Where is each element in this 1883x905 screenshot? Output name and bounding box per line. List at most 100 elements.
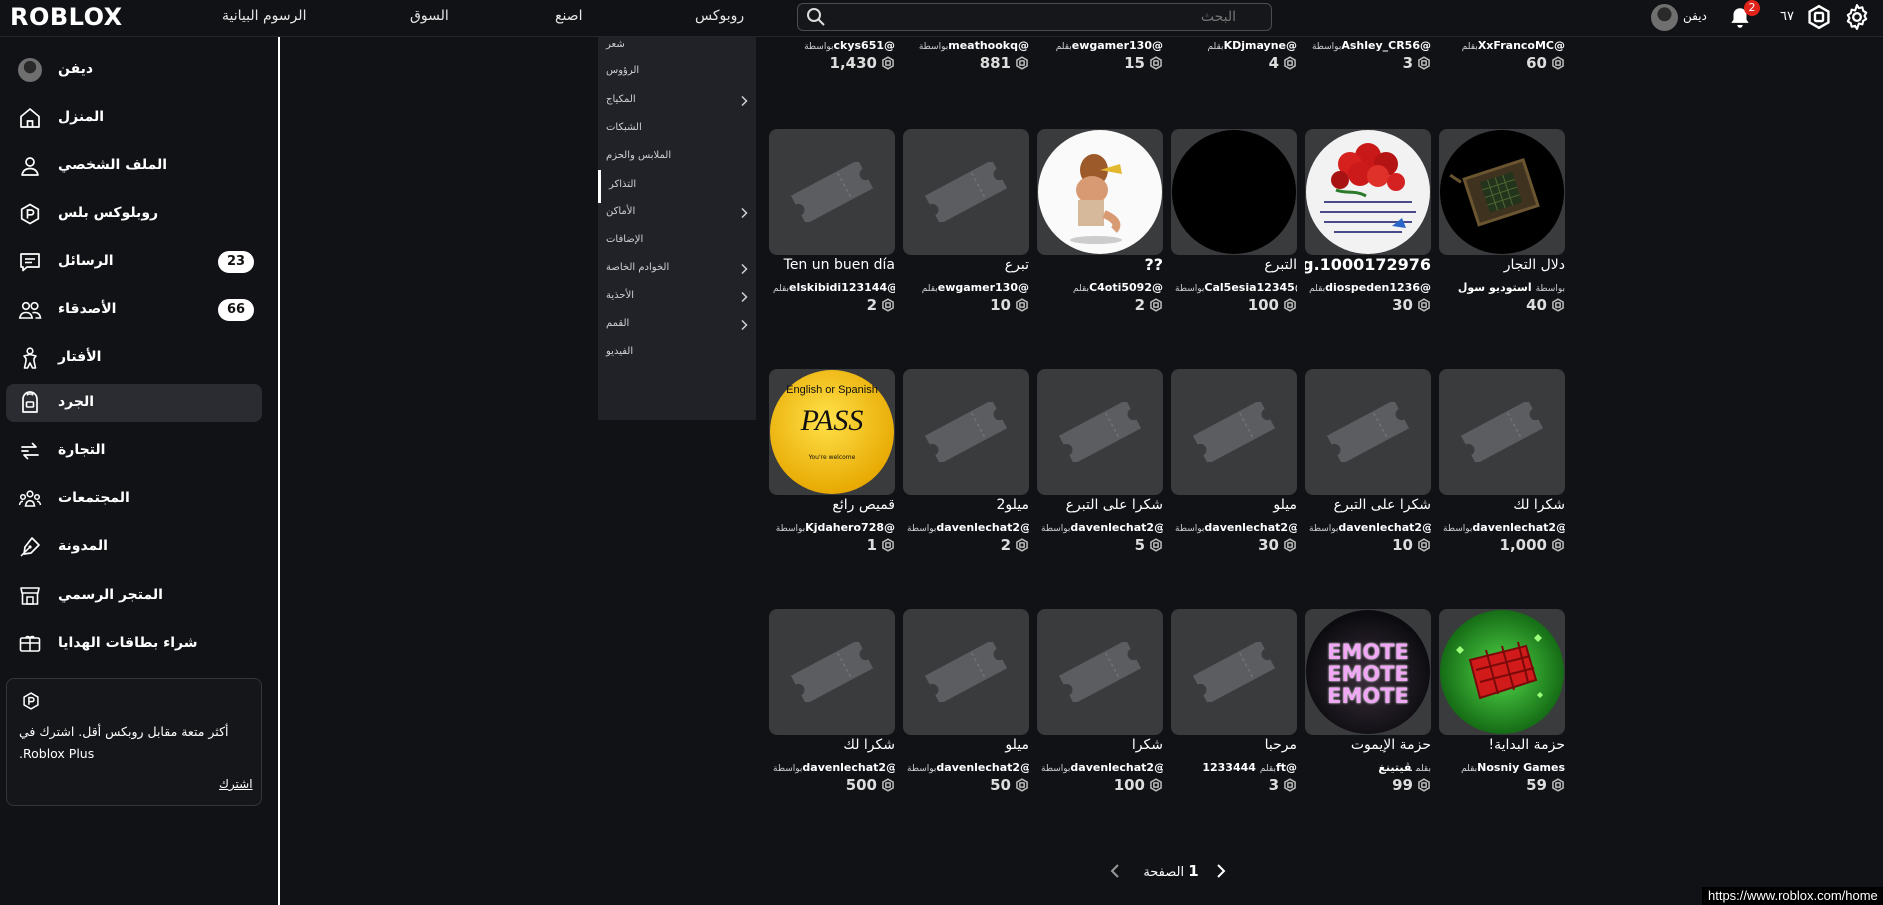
item-creator[interactable]: بقلمelskibidi123144@ xyxy=(769,281,895,294)
roblox-logo[interactable]: ROBLOX xyxy=(10,3,123,31)
search-box[interactable] xyxy=(797,3,1272,31)
price-value: 40 xyxy=(1526,296,1547,314)
item-thumbnail[interactable]: EMOTE EMOTE EMOTE xyxy=(1305,609,1431,735)
item-creator[interactable]: بواسطةdavenlechat2@ xyxy=(1439,521,1565,534)
ticket-icon xyxy=(1058,402,1142,462)
category-label: الرؤوس xyxy=(606,65,640,76)
item-thumbnail[interactable] xyxy=(1037,129,1163,255)
item-name[interactable]: شكرا على التبرع xyxy=(1305,497,1431,513)
sidebar-item-avatar[interactable]: الأفتار xyxy=(6,339,262,377)
item-creator[interactable]: بواسطةdavenlechat2@ xyxy=(903,761,1029,774)
item-thumbnail[interactable] xyxy=(1439,369,1565,495)
item-thumbnail[interactable]: English or Spanish PASS You're welcome xyxy=(769,369,895,495)
by-label: بواسطة xyxy=(775,524,806,534)
item-name[interactable]: Ten un buen día xyxy=(769,257,895,273)
emote-text: EMOTE xyxy=(1327,684,1409,708)
item-name[interactable]: شكرا لك xyxy=(769,737,895,753)
nav-robux[interactable]: روبوكس xyxy=(695,8,744,24)
item-thumbnail[interactable] xyxy=(769,129,895,255)
subscribe-link[interactable]: اشترك xyxy=(219,777,253,791)
item-creator[interactable]: بواسطةdavenlechat2@ xyxy=(1037,761,1163,774)
item-thumbnail[interactable] xyxy=(1305,129,1431,255)
item-name[interactable]: التبرع xyxy=(1171,257,1297,273)
by-label: بواسطة xyxy=(1443,524,1473,534)
item-creator[interactable]: بواسطةdavenlechat2@ xyxy=(1171,521,1297,534)
sidebar-item-trade[interactable]: التجارة xyxy=(6,432,262,470)
creator-name: 1233444ft@ xyxy=(1202,761,1297,774)
item-creator[interactable]: بقلمKDjmayne@ xyxy=(1171,39,1297,52)
sidebar-item-official-store[interactable]: المتجر الرسمي xyxy=(6,577,262,615)
sidebar-item-user[interactable]: ديفن xyxy=(6,51,262,89)
item-thumbnail[interactable] xyxy=(769,609,895,735)
item-thumbnail[interactable] xyxy=(1037,609,1163,735)
ticket-icon xyxy=(924,642,1008,702)
item-creator[interactable]: بواسطةCal5esia12345@ xyxy=(1171,281,1297,294)
emote-text: EMOTE xyxy=(1327,640,1409,664)
item-creator[interactable]: بواسطةdavenlechat2@ xyxy=(903,521,1029,534)
item-creator[interactable]: بواسطةاستوديو سول xyxy=(1439,281,1565,294)
sidebar-item-premium[interactable]: روبلوكس بلس xyxy=(6,195,262,233)
item-name[interactable]: شكرا xyxy=(1037,737,1163,753)
item-thumbnail[interactable] xyxy=(1171,129,1297,255)
item-name[interactable]: ميلو xyxy=(1171,497,1297,513)
item-thumbnail[interactable] xyxy=(1439,609,1565,735)
chevron-right-icon xyxy=(741,291,748,303)
item-creator[interactable]: بقلمewgamer130@ xyxy=(1037,39,1163,52)
chevron-left-icon[interactable] xyxy=(1108,862,1124,880)
sidebar-item-inventory[interactable]: الجرد xyxy=(6,384,262,422)
item-name[interactable]: ميلو2 xyxy=(903,497,1029,513)
emote-text: EMOTE xyxy=(1327,662,1409,686)
nav-create[interactable]: اصنع xyxy=(555,8,582,24)
item-creator[interactable]: بقلم1233444ft@ xyxy=(1171,761,1297,774)
item-thumbnail[interactable] xyxy=(1171,369,1297,495)
sidebar-item-friends[interactable]: الأصدقاء 66 xyxy=(6,291,262,329)
item-thumbnail[interactable] xyxy=(903,609,1029,735)
sidebar-item-messages[interactable]: الرسائل 23 xyxy=(6,243,262,281)
item-creator[interactable]: بواسطةdavenlechat2@ xyxy=(1037,521,1163,534)
chevron-right-icon[interactable] xyxy=(1212,862,1228,880)
item-creator[interactable]: بقلمC4oti5092@ xyxy=(1037,281,1163,294)
item-name[interactable]: حزمة البداية! xyxy=(1439,737,1565,753)
sidebar-item-home[interactable]: المنزل xyxy=(6,99,262,137)
item-creator[interactable]: بقلمڤيتينغ xyxy=(1305,761,1431,774)
sidebar-item-communities[interactable]: المجتمعات xyxy=(6,480,262,518)
item-thumbnail[interactable] xyxy=(1171,609,1297,735)
item-name[interactable]: تبرع xyxy=(903,257,1029,273)
sidebar-item-gift-cards[interactable]: شراء بطاقات الهدايا xyxy=(6,625,262,663)
item-creator[interactable]: بقلمNosniy Games xyxy=(1439,761,1565,774)
user-avatar[interactable] xyxy=(1651,4,1678,31)
item-name[interactable]: مرحبا xyxy=(1171,737,1297,753)
item-name[interactable]: شكرا لك xyxy=(1439,497,1565,513)
item-creator[interactable]: بواسطةdavenlechat2@ xyxy=(1305,521,1431,534)
item-creator[interactable]: بقلمdiospeden1236@ xyxy=(1305,281,1431,294)
search-input[interactable] xyxy=(834,6,1238,28)
item-creator[interactable]: بواسطةAshley_CR56@ xyxy=(1305,39,1431,52)
item-thumbnail[interactable] xyxy=(903,369,1029,495)
sidebar-item-profile[interactable]: الملف الشخصي xyxy=(6,147,262,185)
username[interactable]: ديفن xyxy=(1683,9,1707,23)
item-name[interactable]: ?? xyxy=(1037,255,1163,274)
item-creator[interactable]: بواسطةckys651@ xyxy=(769,39,895,52)
item-thumbnail[interactable] xyxy=(1305,369,1431,495)
sidebar-item-blog[interactable]: المدونة xyxy=(6,528,262,566)
item-name[interactable]: شكرا على التبرع xyxy=(1037,497,1163,513)
item-creator[interactable]: بواسطةKjdahero728@ xyxy=(769,521,895,534)
nav-marketplace[interactable]: السوق xyxy=(410,8,449,24)
item-creator[interactable]: بواسطةdavenlechat2@ xyxy=(769,761,895,774)
item-thumbnail[interactable] xyxy=(1037,369,1163,495)
nav-charts[interactable]: الرسوم البيانية xyxy=(222,8,306,24)
item-creator[interactable]: بقلمXxFrancoMC@ xyxy=(1439,39,1565,52)
item-name[interactable]: حزمة الإيموت xyxy=(1305,737,1431,753)
item-name[interactable]: 1000172976.jpg xyxy=(1305,255,1431,274)
item-creator[interactable]: بواسطةmeathookq@ xyxy=(903,39,1029,52)
item-thumbnail[interactable] xyxy=(903,129,1029,255)
item-name[interactable]: ميلو xyxy=(903,737,1029,753)
item-creator[interactable]: بقلمewgamer130@ xyxy=(903,281,1029,294)
item-name[interactable]: دلال التجار xyxy=(1439,257,1565,273)
category-item[interactable]: الفيديو xyxy=(598,337,756,370)
item-thumbnail[interactable] xyxy=(1439,129,1565,255)
gear-icon[interactable] xyxy=(1843,3,1871,31)
robux-balance[interactable]: ٦٧ xyxy=(1780,9,1794,24)
robux-icon[interactable] xyxy=(1806,4,1832,30)
item-name[interactable]: قميص رائع xyxy=(769,497,895,513)
